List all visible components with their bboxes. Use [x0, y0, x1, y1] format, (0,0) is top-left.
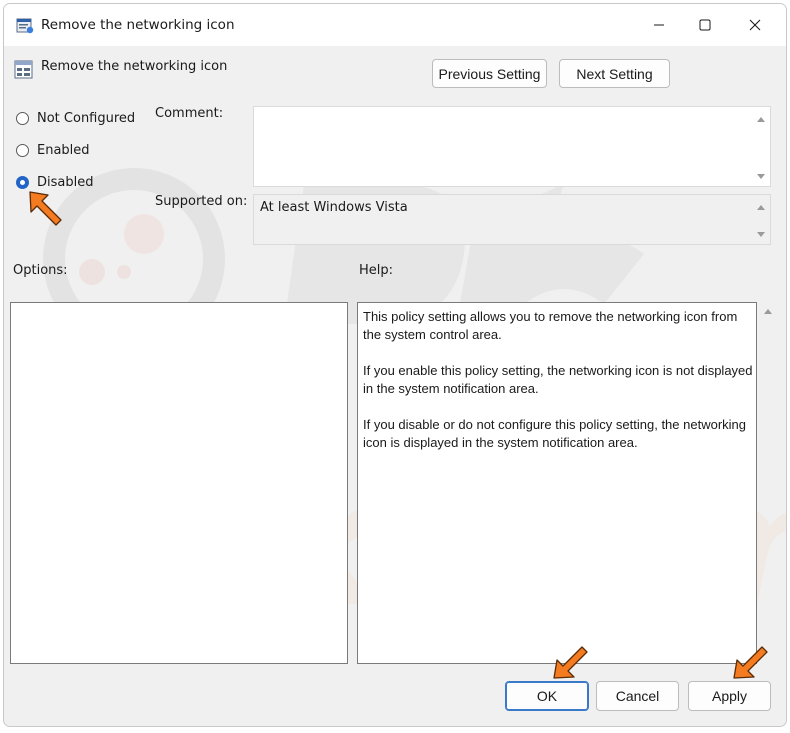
previous-setting-button[interactable]: Previous Setting	[432, 59, 547, 88]
close-button[interactable]	[732, 4, 778, 46]
window-title: Remove the networking icon	[41, 17, 235, 33]
help-paragraph-2: If you enable this policy setting, the n…	[363, 363, 753, 396]
cancel-button[interactable]: Cancel	[596, 681, 679, 711]
minimize-button[interactable]	[636, 4, 682, 46]
radio-label-enabled: Enabled	[37, 143, 90, 158]
supported-on-value: At least Windows Vista	[260, 200, 408, 215]
title-bar: Remove the networking icon	[4, 4, 786, 46]
comment-textarea[interactable]	[253, 106, 771, 187]
help-panel: This policy setting allows you to remove…	[357, 302, 757, 664]
apply-button[interactable]: Apply	[688, 681, 771, 711]
scroll-down-icon[interactable]	[757, 174, 765, 179]
radio-disabled[interactable]: Disabled	[16, 175, 93, 190]
setting-title: Remove the networking icon	[41, 59, 228, 74]
maximize-icon	[699, 19, 711, 31]
help-scroll-up-icon[interactable]	[764, 309, 772, 314]
supported-on-label: Supported on:	[155, 194, 248, 209]
annotation-arrow-icon	[553, 646, 588, 679]
policy-dialog-window: risk.com Remove the networking icon Remo…	[3, 3, 787, 727]
ok-button[interactable]: OK	[505, 681, 589, 711]
help-label: Help:	[359, 263, 394, 278]
maximize-button[interactable]	[682, 4, 728, 46]
help-text: This policy setting allows you to remove…	[363, 308, 755, 470]
radio-circle-disabled[interactable]	[16, 176, 29, 189]
annotation-arrow-icon	[29, 191, 62, 226]
radio-circle-not-configured[interactable]	[16, 112, 29, 125]
radio-label-disabled: Disabled	[37, 175, 94, 190]
scroll-up-icon[interactable]	[757, 205, 765, 210]
help-paragraph-3: If you disable or do not configure this …	[363, 417, 746, 450]
supported-on-box: At least Windows Vista	[253, 194, 771, 245]
help-paragraph-1: This policy setting allows you to remove…	[363, 309, 738, 342]
radio-circle-enabled[interactable]	[16, 144, 29, 157]
minimize-icon	[654, 24, 664, 26]
close-icon	[749, 19, 761, 31]
policy-app-icon	[16, 18, 34, 34]
scroll-down-icon[interactable]	[757, 232, 765, 237]
scroll-up-icon[interactable]	[757, 117, 765, 122]
radio-label-not-configured: Not Configured	[37, 111, 136, 126]
radio-enabled[interactable]: Enabled	[16, 143, 90, 158]
policy-setting-icon	[14, 60, 33, 79]
options-panel	[10, 302, 348, 664]
next-setting-button[interactable]: Next Setting	[559, 59, 670, 88]
radio-not-configured[interactable]: Not Configured	[16, 111, 135, 126]
annotation-arrow-icon	[733, 646, 768, 679]
comment-label: Comment:	[155, 106, 224, 121]
options-label: Options:	[13, 263, 68, 278]
